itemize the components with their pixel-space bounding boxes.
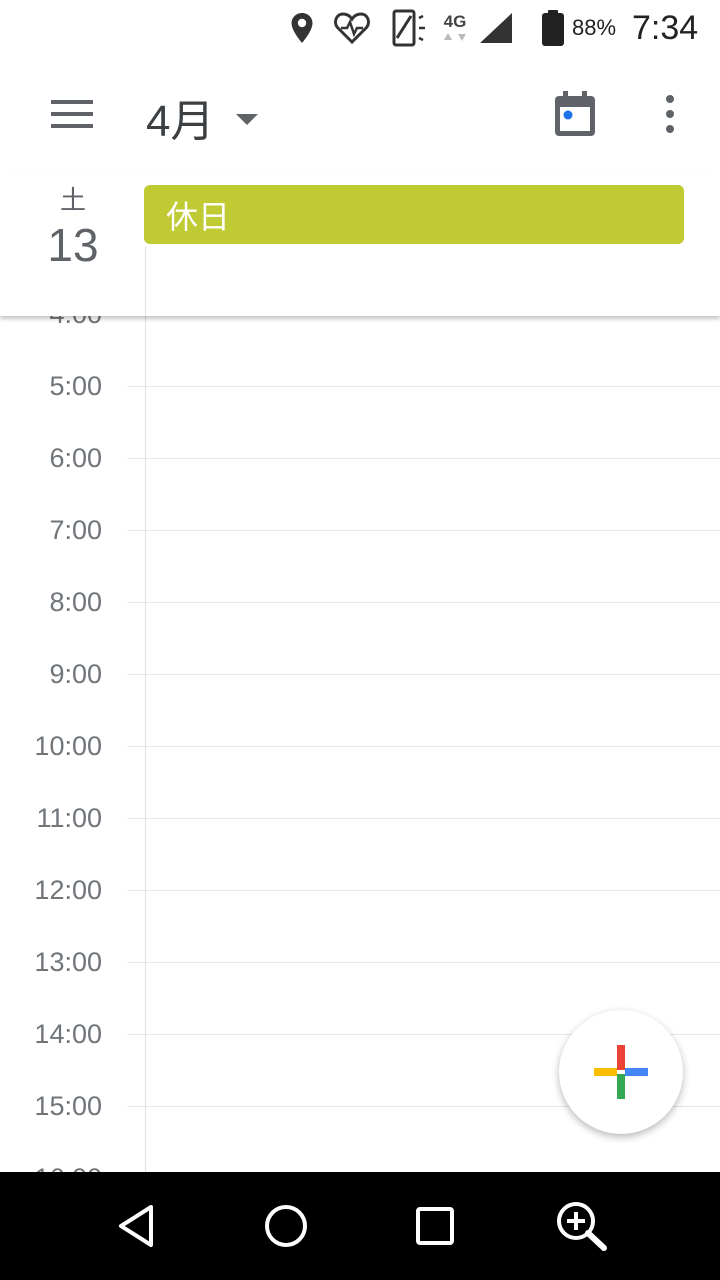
hour-gridline bbox=[127, 386, 720, 387]
hour-gridline bbox=[127, 674, 720, 675]
recents-icon bbox=[415, 1206, 455, 1251]
hour-label: 15:00 bbox=[34, 1091, 102, 1121]
hour-gridline bbox=[127, 458, 720, 459]
more-vert-icon bbox=[665, 94, 675, 138]
column-divider bbox=[145, 246, 146, 316]
hour-label: 14:00 bbox=[34, 1019, 102, 1049]
hour-label: 13:00 bbox=[34, 947, 102, 977]
hour-gridline bbox=[127, 962, 720, 963]
today-calendar-icon bbox=[553, 90, 597, 143]
hour-gridline bbox=[127, 818, 720, 819]
event-title: 休日 bbox=[166, 198, 231, 235]
hour-gridline bbox=[127, 890, 720, 891]
hour-label: 4:00 bbox=[49, 316, 102, 329]
hour-gridline bbox=[127, 530, 720, 531]
hour-label: 16:00 bbox=[34, 1163, 102, 1172]
signal-icon bbox=[478, 0, 514, 56]
back-icon bbox=[113, 1203, 159, 1254]
navigation-bar bbox=[0, 1172, 720, 1280]
all-day-event[interactable]: 休日 bbox=[144, 185, 684, 244]
add-event-button[interactable] bbox=[559, 1010, 683, 1134]
hour-label: 6:00 bbox=[49, 443, 102, 473]
hour-label: 8:00 bbox=[49, 587, 102, 617]
date-number[interactable]: 13 bbox=[0, 218, 146, 272]
hour-label: 11:00 bbox=[36, 803, 102, 833]
hour-gridline bbox=[127, 602, 720, 603]
time-column-divider bbox=[145, 316, 146, 1172]
hour-label: 5:00 bbox=[49, 371, 102, 401]
month-title: 4月 bbox=[146, 97, 215, 146]
day-header: 土 13 休日 bbox=[0, 176, 720, 316]
heart-rate-icon bbox=[332, 0, 372, 56]
hour-label: 10:00 bbox=[34, 731, 102, 761]
battery-icon bbox=[541, 0, 565, 56]
network-type-label: 4G bbox=[443, 12, 467, 31]
home-button[interactable] bbox=[256, 1198, 316, 1258]
hour-label: 7:00 bbox=[49, 515, 102, 545]
network-4g-icon: 4G bbox=[440, 0, 470, 56]
menu-icon bbox=[51, 99, 93, 134]
hour-label: 9:00 bbox=[49, 659, 102, 689]
dropdown-caret-icon bbox=[236, 113, 259, 125]
hour-label: 12:00 bbox=[34, 875, 102, 905]
status-bar: 4G 88% 7:34 bbox=[0, 0, 720, 56]
app-bar: 4月 bbox=[0, 56, 720, 176]
home-icon bbox=[263, 1203, 309, 1254]
month-selector[interactable]: 4月 bbox=[146, 82, 259, 152]
weekday-label: 土 bbox=[59, 185, 86, 215]
clock-time: 7:34 bbox=[632, 8, 699, 47]
magnifier-button[interactable] bbox=[553, 1198, 613, 1258]
menu-button[interactable] bbox=[40, 84, 104, 148]
magnifier-icon bbox=[554, 1200, 612, 1257]
recents-button[interactable] bbox=[405, 1198, 465, 1258]
more-options-button[interactable] bbox=[645, 86, 695, 146]
hour-gridline bbox=[127, 746, 720, 747]
today-button[interactable] bbox=[545, 86, 605, 146]
battery-percent: 88% bbox=[572, 15, 617, 40]
vibrate-icon bbox=[390, 0, 430, 56]
location-icon bbox=[288, 0, 316, 56]
add-icon bbox=[592, 1043, 650, 1106]
back-button[interactable] bbox=[106, 1198, 166, 1258]
